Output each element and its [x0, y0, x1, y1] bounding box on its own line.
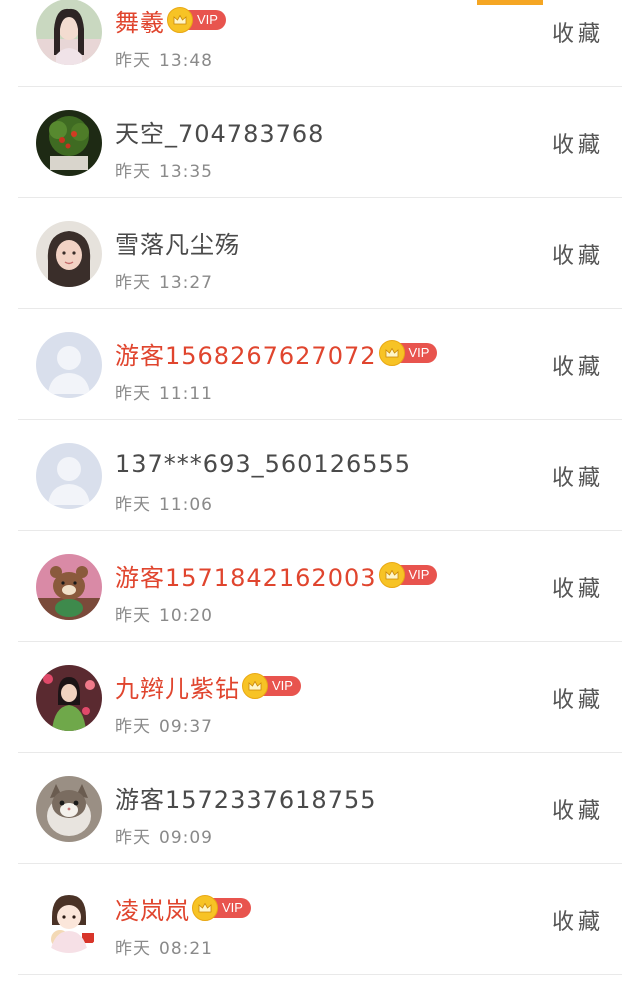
vip-badge: VIP — [378, 562, 438, 588]
visit-day: 昨天 — [115, 384, 151, 404]
visit-clock: 09:37 — [159, 717, 213, 737]
list-item[interactable]: 凌岚岚 VIP 昨天 08:21 收藏 — [18, 864, 622, 975]
visit-time: 昨天 09:09 — [115, 823, 532, 848]
crown-icon — [242, 673, 268, 699]
favorite-button[interactable]: 收藏 — [552, 571, 604, 603]
vip-badge: VIP — [192, 895, 251, 921]
visit-clock: 13:27 — [159, 273, 213, 293]
user-name[interactable]: 137***693_560126555 — [115, 450, 411, 478]
vip-badge: VIP — [242, 673, 301, 699]
list-item[interactable]: 游客1571842162003 VIP 昨天 10:20 收藏 — [18, 531, 622, 642]
avatar[interactable] — [36, 776, 102, 842]
favorite-button[interactable]: 收藏 — [552, 904, 604, 936]
favorite-button[interactable]: 收藏 — [552, 238, 604, 270]
visit-clock: 11:06 — [159, 495, 213, 515]
visit-time: 昨天 08:21 — [115, 934, 532, 959]
vip-badge: VIP — [167, 7, 226, 33]
visit-day: 昨天 — [115, 939, 151, 959]
favorite-button[interactable]: 收藏 — [552, 793, 604, 825]
visit-time: 昨天 13:48 — [115, 46, 532, 71]
user-name[interactable]: 游客1568267627072 — [115, 336, 377, 371]
user-name[interactable]: 游客1572337618755 — [115, 780, 377, 815]
avatar[interactable] — [36, 332, 102, 398]
crown-icon — [167, 7, 193, 33]
list-item[interactable]: 雪落凡尘殇 昨天 13:27 收藏 — [18, 198, 622, 309]
user-name[interactable]: 雪落凡尘殇 — [115, 225, 240, 260]
avatar[interactable] — [36, 554, 102, 620]
visit-day: 昨天 — [115, 273, 151, 293]
user-name[interactable]: 游客1571842162003 — [115, 558, 377, 593]
visit-clock: 10:20 — [159, 606, 213, 626]
visit-clock: 08:21 — [159, 939, 213, 959]
user-name[interactable]: 舞羲 — [115, 3, 165, 38]
avatar[interactable] — [36, 665, 102, 731]
vip-badge: VIP — [378, 340, 438, 366]
visit-day: 昨天 — [115, 495, 151, 515]
avatar[interactable] — [36, 110, 102, 176]
visit-day: 昨天 — [115, 606, 151, 626]
avatar[interactable] — [36, 0, 102, 65]
visit-time: 昨天 13:35 — [115, 157, 532, 182]
visit-day: 昨天 — [115, 828, 151, 848]
visit-clock: 13:35 — [159, 162, 213, 182]
list-item[interactable]: 游客1568267627072 VIP 昨天 11:11 收藏 — [18, 309, 622, 420]
list-item[interactable]: 天空_704783768 昨天 13:35 收藏 — [18, 87, 622, 198]
user-name[interactable]: 天空_704783768 — [115, 114, 324, 149]
list-item[interactable]: 137***693_560126555 昨天 11:06 收藏 — [18, 420, 622, 531]
favorite-button[interactable]: 收藏 — [552, 349, 604, 381]
visit-time: 昨天 11:06 — [115, 490, 532, 515]
avatar[interactable] — [36, 221, 102, 287]
crown-icon — [378, 340, 405, 366]
visit-time: 昨天 09:37 — [115, 712, 532, 737]
visit-time: 昨天 10:20 — [115, 601, 532, 626]
user-name[interactable]: 九辫儿紫钻 — [115, 669, 240, 704]
visitor-list: 舞羲 VIP 昨天 13:48 收藏 天空_704783768 昨天 13:35… — [0, 0, 640, 975]
user-name[interactable]: 凌岚岚 — [115, 891, 190, 926]
favorite-button[interactable]: 收藏 — [552, 682, 604, 714]
list-item[interactable]: 游客1572337618755 昨天 09:09 收藏 — [18, 753, 622, 864]
favorite-button[interactable]: 收藏 — [552, 16, 604, 48]
list-item[interactable]: 九辫儿紫钻 VIP 昨天 09:37 收藏 — [18, 642, 622, 753]
visit-day: 昨天 — [115, 717, 151, 737]
visit-day: 昨天 — [115, 51, 151, 71]
visit-time: 昨天 13:27 — [115, 268, 532, 293]
favorite-button[interactable]: 收藏 — [552, 127, 604, 159]
avatar[interactable] — [36, 887, 102, 953]
crown-icon — [378, 562, 405, 588]
visit-clock: 11:11 — [159, 384, 213, 404]
list-item[interactable]: 舞羲 VIP 昨天 13:48 收藏 — [18, 0, 622, 87]
visit-time: 昨天 11:11 — [115, 379, 532, 404]
visit-clock: 09:09 — [159, 828, 213, 848]
avatar[interactable] — [36, 443, 102, 509]
crown-icon — [192, 895, 218, 921]
visit-clock: 13:48 — [159, 51, 213, 71]
visit-day: 昨天 — [115, 162, 151, 182]
favorite-button[interactable]: 收藏 — [552, 460, 604, 492]
